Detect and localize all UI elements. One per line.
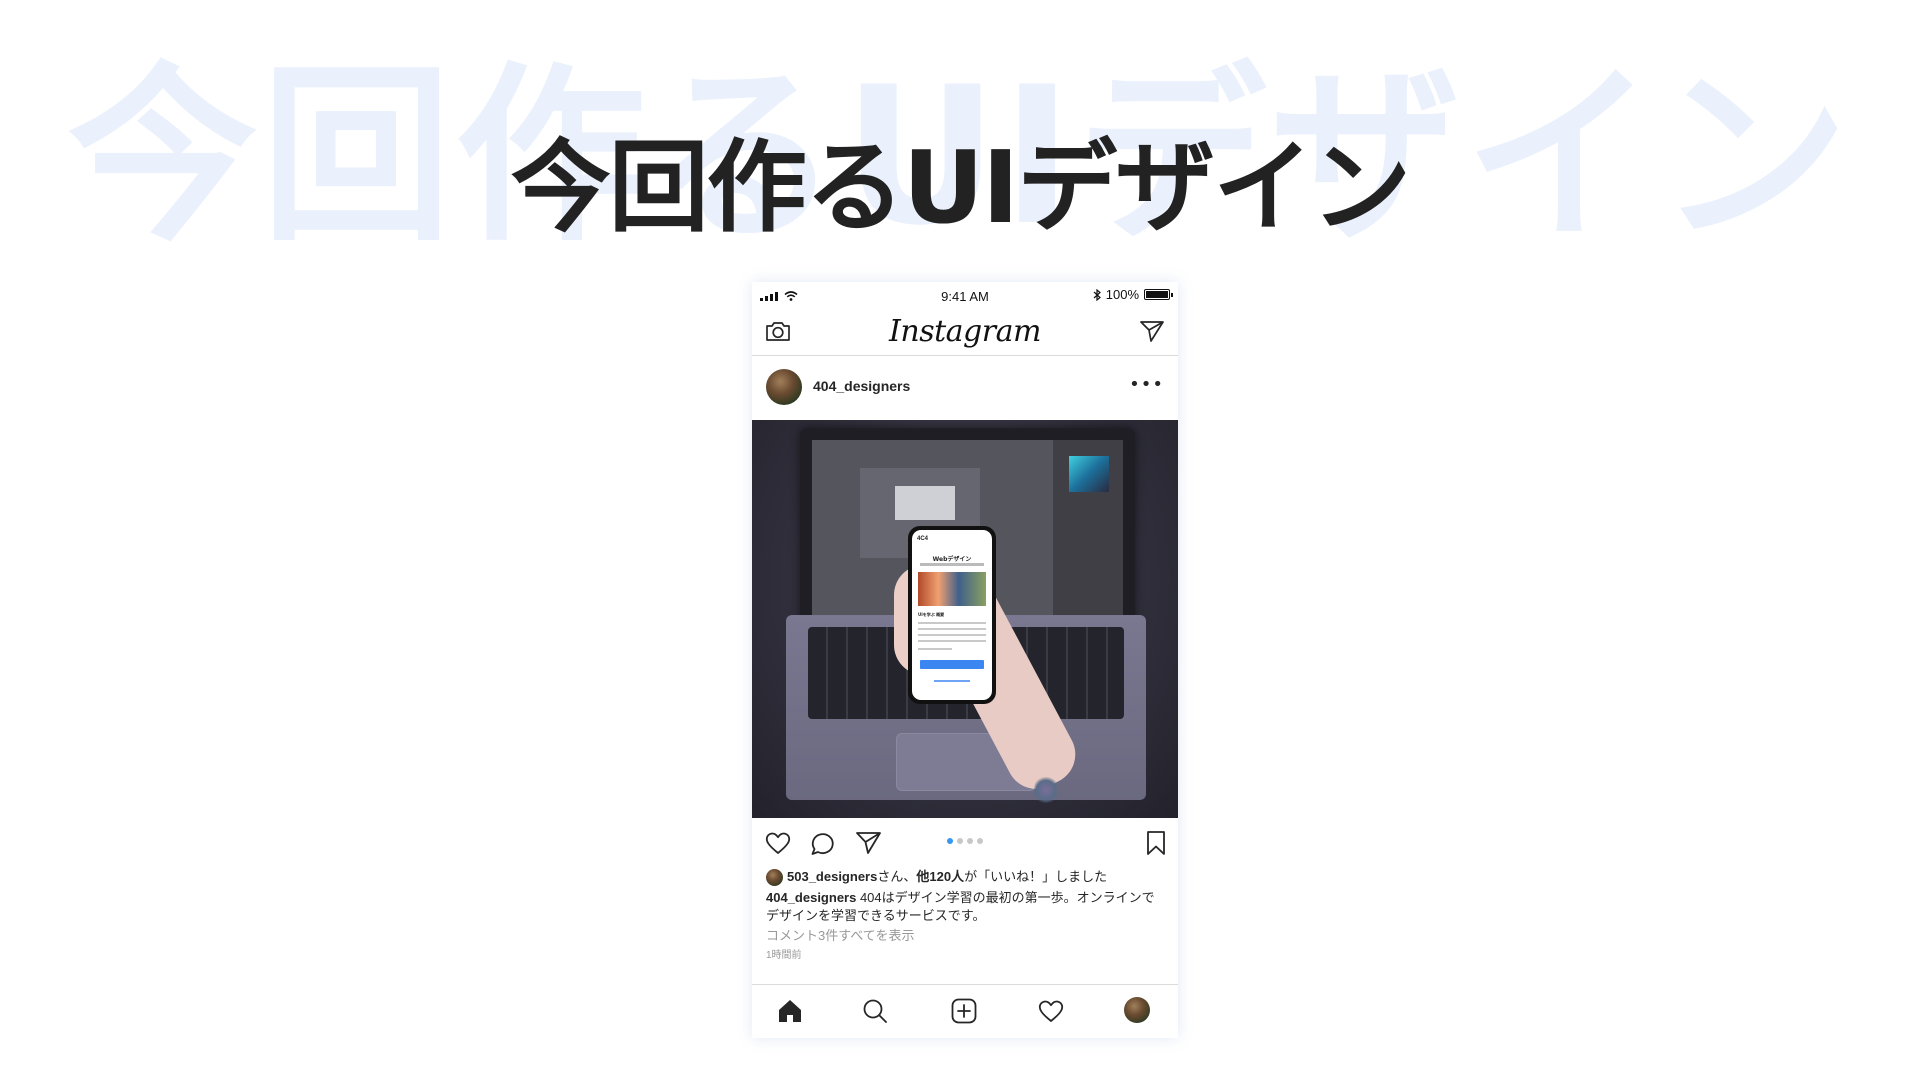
search-icon[interactable]: [861, 997, 889, 1029]
post-header: 404_designers •••: [752, 356, 1178, 420]
heart-icon[interactable]: [764, 830, 792, 860]
tattoo: [1034, 775, 1058, 805]
activity-heart-icon[interactable]: [1037, 997, 1065, 1029]
post-actions: [752, 818, 1178, 868]
phone-mockup: 9:41 AM 100% Instagram 404_designers •••…: [752, 282, 1178, 1038]
post-username[interactable]: 404_designers: [813, 378, 910, 394]
carousel-dot: [947, 838, 953, 844]
carousel-dot: [977, 838, 983, 844]
carousel-dot: [957, 838, 963, 844]
status-bar: 9:41 AM 100%: [752, 282, 1178, 310]
slide-title: 今回作るUIデザイン: [510, 129, 1411, 246]
post-caption: 503_designersさん、他120人が「いいね！」しました 404_des…: [752, 868, 1178, 965]
instagram-logo: Instagram: [889, 314, 1041, 349]
comment-icon[interactable]: [809, 830, 837, 860]
bottom-tab-bar: [752, 984, 1178, 1038]
bookmark-icon[interactable]: [1144, 830, 1168, 860]
held-phone: 4C4 Webデザイン UIを学ぶ 概要: [908, 526, 996, 704]
likes-text-suffix: が「いいね！」しました: [964, 869, 1108, 884]
post-photo[interactable]: 4C4 Webデザイン UIを学ぶ 概要: [752, 420, 1178, 818]
likes-text-san: さん、: [877, 869, 917, 884]
held-phone-section: UIを学ぶ 概要: [918, 612, 945, 617]
bluetooth-icon: [1093, 288, 1101, 301]
battery-percent: 100%: [1105, 287, 1139, 302]
caption-text: 404_designers 404はデザイン学習の最初の第一歩。オンラインでデザ…: [766, 889, 1164, 925]
likes-line: 503_designersさん、他120人が「いいね！」しました: [766, 868, 1164, 886]
caption-username[interactable]: 404_designers: [766, 890, 856, 905]
more-options-icon[interactable]: •••: [1129, 374, 1164, 395]
view-all-comments-link[interactable]: コメント3件すべてを表示: [766, 927, 1164, 945]
direct-message-icon[interactable]: [1138, 318, 1166, 348]
profile-avatar[interactable]: [1124, 997, 1150, 1023]
post-timestamp: 1時間前: [766, 950, 802, 961]
battery-icon: [1144, 289, 1173, 300]
held-phone-brand: 4C4: [917, 536, 929, 542]
app-header: Instagram: [752, 310, 1178, 356]
liker-avatar: [766, 868, 783, 886]
held-phone-title: Webデザイン: [932, 556, 972, 563]
status-right: 100%: [1093, 287, 1173, 302]
share-icon[interactable]: [854, 830, 882, 860]
liker-username[interactable]: 503_designers: [787, 869, 877, 884]
add-post-icon[interactable]: [950, 997, 978, 1029]
likes-count[interactable]: 他120人: [916, 869, 964, 884]
avatar[interactable]: [766, 369, 802, 405]
home-icon[interactable]: [776, 997, 804, 1029]
slide: 今回作るUIデザイン 今回作るUIデザイン 9:41 AM 100% Insta…: [0, 0, 1920, 1080]
carousel-indicator: [752, 838, 1178, 844]
carousel-dot: [967, 838, 973, 844]
